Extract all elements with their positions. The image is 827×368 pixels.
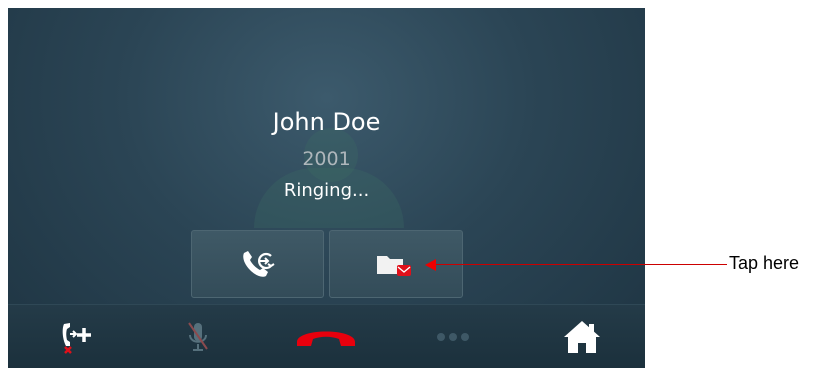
bottom-softkey-bar — [8, 304, 645, 368]
conference-button[interactable] — [36, 305, 116, 368]
call-status: Ringing... — [283, 180, 370, 201]
more-options-icon — [437, 333, 469, 341]
voicemail-folder-icon — [377, 256, 411, 276]
caller-number: 2001 — [302, 148, 351, 170]
mute-microphone-icon — [188, 322, 208, 351]
annotation-arrow-icon — [425, 259, 436, 271]
home-button[interactable] — [542, 305, 622, 368]
annotation-label: Tap here — [729, 253, 800, 273]
home-icon — [564, 321, 600, 353]
conference-add-icon — [62, 323, 91, 354]
annotation-line — [430, 264, 727, 265]
end-call-icon — [297, 331, 355, 346]
more-options-button[interactable] — [413, 305, 493, 368]
call-screen: John Doe 2001 Ringing... — [8, 8, 645, 368]
call-transfer-icon — [242, 251, 275, 277]
mute-button[interactable] — [158, 305, 238, 368]
caller-name: John Doe — [272, 108, 381, 136]
transfer-button[interactable] — [191, 230, 324, 298]
end-call-button[interactable] — [286, 305, 366, 368]
